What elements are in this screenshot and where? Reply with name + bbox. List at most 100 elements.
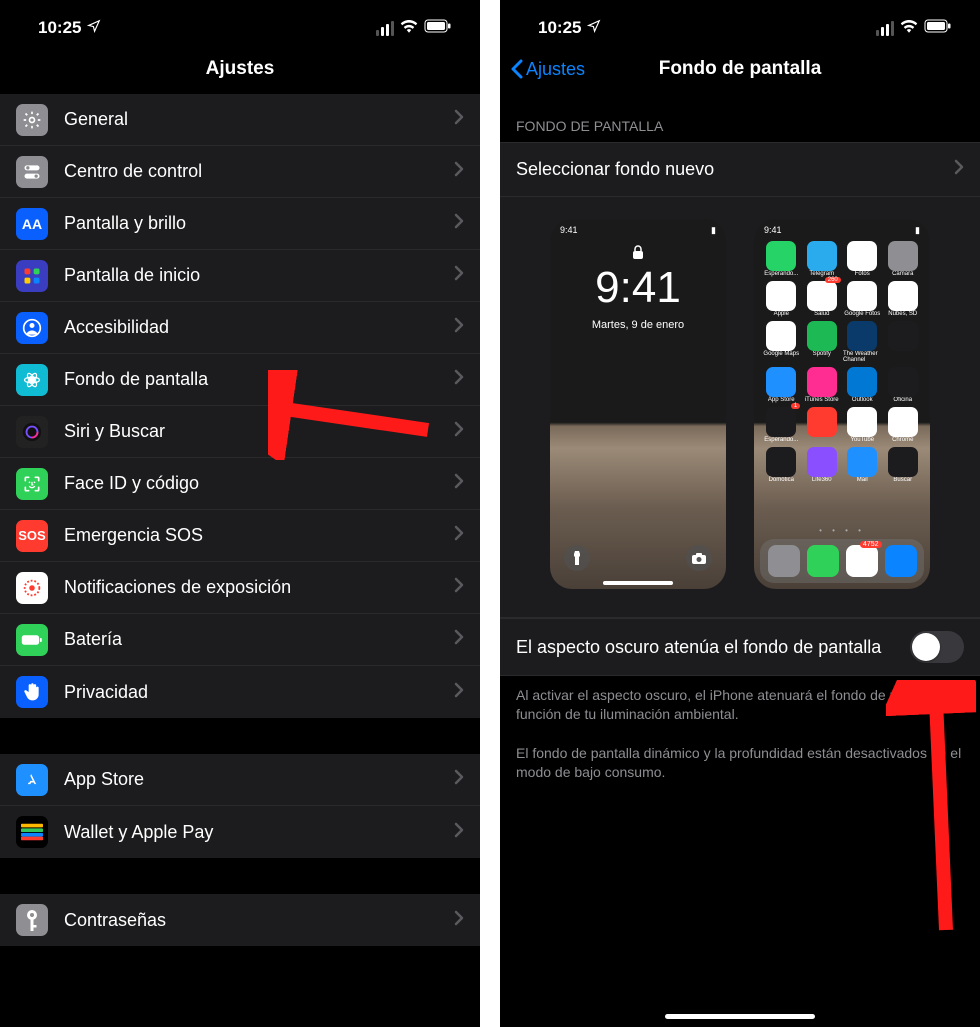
app-icon: Nubes, SD: [884, 281, 923, 317]
dock: 4752: [760, 539, 924, 583]
sos-icon: SOS: [16, 520, 48, 552]
home-screen-preview[interactable]: 9:41▮ Esperando...TelegramFotosCámaraApp…: [754, 219, 930, 589]
toggles-icon: [16, 156, 48, 188]
settings-row-face[interactable]: Face ID y código: [0, 458, 480, 510]
row-label: Pantalla y brillo: [64, 213, 454, 234]
lock-date: Martes, 9 de enero: [550, 319, 726, 331]
row-label: Siri y Buscar: [64, 421, 454, 442]
row-label: Privacidad: [64, 682, 454, 703]
status-time: 10:25: [38, 18, 81, 38]
lock-icon: [550, 245, 726, 264]
flashlight-icon: [564, 545, 590, 571]
dock-app-icon: [885, 545, 917, 577]
settings-row-person[interactable]: Accesibilidad: [0, 302, 480, 354]
location-arrow-icon: [587, 18, 601, 38]
page-dots-icon: • • • •: [754, 526, 930, 535]
app-icon: Oficina: [884, 367, 923, 403]
settings-row-sos[interactable]: SOSEmergencia SOS: [0, 510, 480, 562]
app-icon: Mail: [843, 447, 882, 483]
battery-icon: [924, 18, 952, 38]
select-new-wallpaper-row[interactable]: Seleccionar fondo nuevo: [500, 142, 980, 197]
chevron-right-icon: [954, 159, 964, 180]
settings-row-key[interactable]: Contraseñas: [0, 894, 480, 946]
settings-row-aa[interactable]: AA Pantalla y brillo: [0, 198, 480, 250]
app-icon: Esperando...: [762, 241, 801, 277]
app-icon: 1Esperando...: [762, 407, 801, 443]
settings-row-gear[interactable]: General: [0, 94, 480, 146]
app-icon: Fotos: [843, 241, 882, 277]
row-label: Centro de control: [64, 161, 454, 182]
settings-row-battery[interactable]: Batería: [0, 614, 480, 666]
app-icon: App Store: [762, 367, 801, 403]
row-label: App Store: [64, 769, 454, 790]
app-icon: 260Salud: [803, 281, 842, 317]
wifi-icon: [900, 18, 918, 38]
location-arrow-icon: [87, 18, 101, 38]
app-icon: Apple: [762, 281, 801, 317]
home-indicator: [665, 1014, 815, 1019]
chevron-right-icon: [454, 161, 464, 182]
app-icon: Life360: [803, 447, 842, 483]
person-icon: [16, 312, 48, 344]
back-label: Ajustes: [526, 59, 585, 80]
settings-list-b: App Store Wallet y Apple Pay: [0, 754, 480, 858]
footer-text-1: Al activar el aspecto oscuro, el iPhone …: [500, 676, 980, 734]
page-title: Ajustes: [206, 58, 275, 80]
battery-icon: [424, 18, 452, 38]
cellular-signal-icon: [876, 21, 894, 36]
dark-dim-label: El aspecto oscuro atenúa el fondo de pan…: [516, 635, 910, 659]
screen-settings: 10:25 Ajustes General Centro de control AA…: [0, 0, 480, 1027]
app-icon: [884, 321, 923, 363]
footer-text-2: El fondo de pantalla dinámico y la profu…: [500, 734, 980, 792]
chevron-right-icon: [454, 473, 464, 494]
app-icon: iTunes Store: [803, 367, 842, 403]
settings-row-siri[interactable]: Siri y Buscar: [0, 406, 480, 458]
status-time: 10:25: [538, 18, 581, 38]
dock-app-icon: [768, 545, 800, 577]
settings-row-hand[interactable]: Privacidad: [0, 666, 480, 718]
screen-wallpaper: 10:25 Ajustes Fondo de pantalla Fondo de…: [500, 0, 980, 1027]
exposure-icon: [16, 572, 48, 604]
chevron-right-icon: [454, 265, 464, 286]
row-label: Fondo de pantalla: [64, 369, 454, 390]
row-label: General: [64, 109, 454, 130]
settings-row-wallet[interactable]: Wallet y Apple Pay: [0, 806, 480, 858]
settings-list: General Centro de control AA Pantalla y bri…: [0, 94, 480, 718]
siri-icon: [16, 416, 48, 448]
row-label: Notificaciones de exposición: [64, 577, 454, 598]
appstore-icon: [16, 764, 48, 796]
dock-app-icon: 4752: [846, 545, 878, 577]
settings-row-toggles[interactable]: Centro de control: [0, 146, 480, 198]
settings-row-exposure[interactable]: Notificaciones de exposición: [0, 562, 480, 614]
chevron-right-icon: [454, 682, 464, 703]
app-icon: Outlook: [843, 367, 882, 403]
settings-list-c: Contraseñas: [0, 894, 480, 946]
app-icon: The Weather Channel: [843, 321, 882, 363]
status-bar: 10:25: [0, 0, 480, 44]
lock-screen-preview[interactable]: 9:41▮ 9:41 Martes, 9 de enero: [550, 219, 726, 589]
chevron-right-icon: [454, 769, 464, 790]
page-title: Fondo de pantalla: [659, 58, 822, 80]
chevron-right-icon: [454, 369, 464, 390]
row-label: Contraseñas: [64, 910, 454, 931]
dark-dim-toggle[interactable]: [910, 631, 964, 663]
cellular-signal-icon: [376, 21, 394, 36]
row-label: Batería: [64, 629, 454, 650]
settings-row-grid[interactable]: Pantalla de inicio: [0, 250, 480, 302]
wallpaper-previews: 9:41▮ 9:41 Martes, 9 de enero 9:41▮ Espe…: [500, 197, 980, 618]
aa-icon: AA: [16, 208, 48, 240]
chevron-right-icon: [454, 822, 464, 843]
back-button[interactable]: Ajustes: [510, 59, 585, 80]
status-bar: 10:25: [500, 0, 980, 44]
key-icon: [16, 904, 48, 936]
nav-bar: Ajustes: [0, 44, 480, 94]
grid-icon: [16, 260, 48, 292]
app-icon: Buscar: [884, 447, 923, 483]
row-label: Pantalla de inicio: [64, 265, 454, 286]
settings-row-flower[interactable]: Fondo de pantalla: [0, 354, 480, 406]
chevron-right-icon: [454, 421, 464, 442]
nav-bar: Ajustes Fondo de pantalla: [500, 44, 980, 94]
face-icon: [16, 468, 48, 500]
settings-row-appstore[interactable]: App Store: [0, 754, 480, 806]
lock-clock: 9:41: [550, 263, 726, 313]
